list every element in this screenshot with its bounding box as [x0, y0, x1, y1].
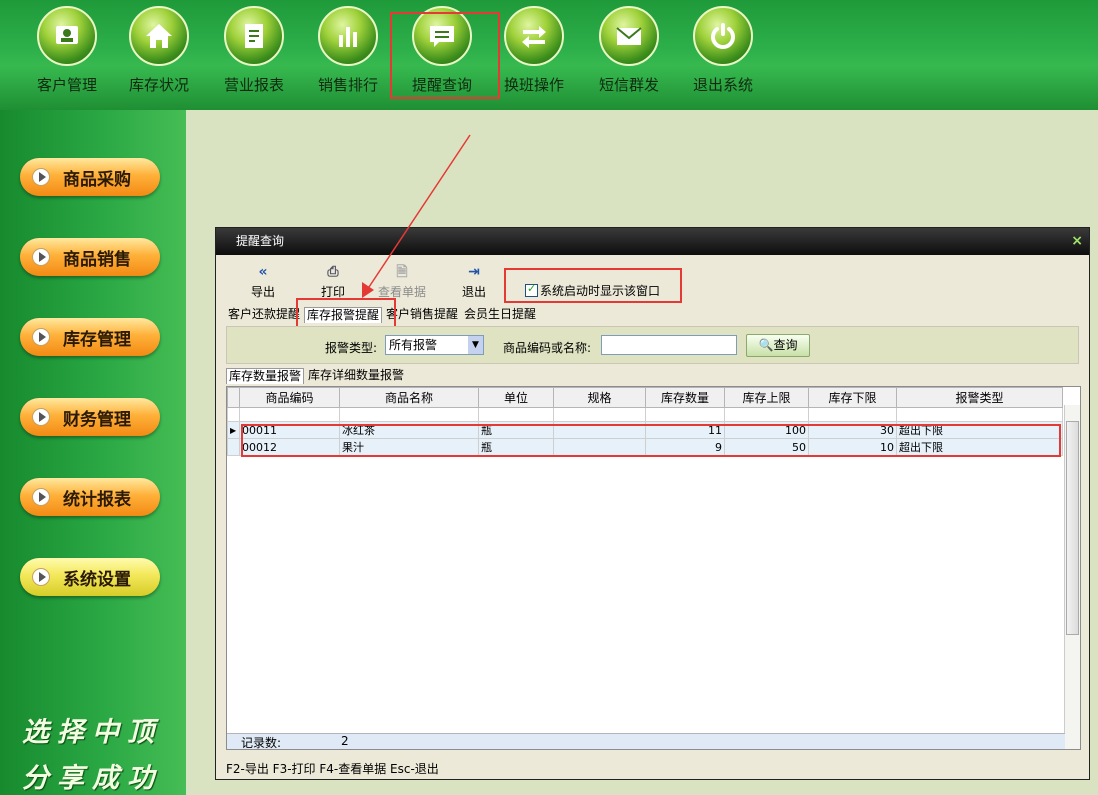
sidebar-item-finance[interactable]: 财务管理 — [20, 398, 160, 436]
filter-row[interactable] — [227, 407, 1063, 422]
nav-label: 短信群发 — [598, 76, 659, 94]
sidebar-item-label: 财务管理 — [63, 409, 131, 430]
nav-label: 营业报表 — [223, 76, 284, 94]
printer-icon: ⎙ — [327, 264, 339, 280]
swap-icon — [504, 6, 564, 66]
home-icon — [129, 6, 189, 66]
sidebar-item-label: 商品采购 — [63, 169, 131, 190]
nav-label: 库存状况 — [128, 76, 189, 94]
alarm-type-select[interactable]: 所有报警 ▼ — [385, 335, 484, 355]
sidebar-item-label: 商品销售 — [63, 249, 131, 270]
column-header[interactable]: 单位 — [478, 387, 554, 408]
nav-sales-ranking[interactable]: 销售排行 — [303, 6, 393, 95]
sidebar: 商品采购 商品销售 库存管理 财务管理 统计报表 系统设置 选择中顶 分享成功 — [0, 110, 186, 795]
code-name-input[interactable] — [601, 335, 737, 355]
report-icon — [224, 6, 284, 66]
exit-button[interactable]: ⇥ 退出 — [449, 264, 499, 300]
column-header[interactable]: 库存数量 — [645, 387, 725, 408]
tab-stock-quantity-alarm[interactable]: 库存数量报警 — [226, 368, 305, 384]
power-icon — [693, 6, 753, 66]
play-icon — [32, 408, 50, 426]
mail-icon — [599, 6, 659, 66]
tab-stock-detail-alarm[interactable]: 库存详细数量报警 — [306, 368, 406, 384]
sidebar-item-label: 系统设置 — [63, 569, 131, 590]
slogan-line2: 分享成功 — [22, 763, 162, 794]
exit-door-icon: ⇥ — [468, 264, 480, 280]
sidebar-item-statistics[interactable]: 统计报表 — [20, 478, 160, 516]
query-label: 查询 — [773, 338, 798, 352]
record-count-row: 记录数: 2 — [227, 733, 1065, 750]
sidebar-item-purchase[interactable]: 商品采购 — [20, 158, 160, 196]
alarm-type-value: 所有报警 — [389, 338, 438, 352]
export-label: 导出 — [250, 285, 275, 299]
column-header[interactable]: 库存下限 — [808, 387, 897, 408]
nav-exit-system[interactable]: 退出系统 — [678, 6, 768, 95]
current-row-arrow-icon: ▶ — [227, 421, 240, 439]
view-document-button[interactable]: 🗎 查看单据 — [374, 264, 430, 300]
annotation-highlight-box — [390, 12, 500, 99]
sidebar-item-inventory[interactable]: 库存管理 — [20, 318, 160, 356]
double-chevron-left-icon: « — [258, 264, 268, 280]
code-name-label: 商品编码或名称: — [503, 341, 592, 355]
query-button[interactable]: 🔍查询 — [746, 334, 810, 357]
alarm-subtabs: 库存数量报警 库存详细数量报警 — [226, 368, 408, 384]
nav-customer-management[interactable]: 客户管理 — [22, 6, 112, 95]
customer-icon — [37, 6, 97, 66]
row-indicator-header — [227, 387, 240, 408]
sidebar-item-label: 库存管理 — [63, 329, 131, 350]
column-header[interactable]: 报警类型 — [896, 387, 1063, 408]
tab-customer-repayment[interactable]: 客户还款提醒 — [226, 307, 302, 323]
view-document-label: 查看单据 — [377, 285, 426, 299]
column-header[interactable]: 商品名称 — [339, 387, 479, 408]
nav-label: 客户管理 — [36, 76, 97, 94]
close-icon[interactable]: × — [1071, 228, 1083, 255]
bar-chart-icon — [318, 6, 378, 66]
nav-sms-broadcast[interactable]: 短信群发 — [584, 6, 674, 95]
sidebar-item-sales[interactable]: 商品销售 — [20, 238, 160, 276]
search-icon: 🔍 — [758, 338, 774, 352]
print-button[interactable]: ⎙ 打印 — [308, 264, 358, 300]
play-icon — [32, 488, 50, 506]
play-icon — [32, 248, 50, 266]
nav-business-report[interactable]: 营业报表 — [209, 6, 299, 95]
scrollbar-thumb[interactable] — [1066, 421, 1079, 635]
dialog-title: 提醒查询 — [236, 234, 285, 248]
alarm-type-label: 报警类型: — [325, 341, 378, 355]
record-count-value: 2 — [341, 734, 349, 748]
nav-label: 销售排行 — [317, 76, 378, 94]
column-header[interactable]: 库存上限 — [724, 387, 809, 408]
table-header-row: 商品编码 商品名称 单位 规格 库存数量 库存上限 库存下限 报警类型 — [227, 387, 1063, 408]
play-icon — [32, 168, 50, 186]
reminder-query-dialog: 提醒查询 × «导出 ⎙打印 🗎查看单据 ⇥退出 系统启动时显示该窗口 客户还款… — [215, 227, 1090, 780]
annotation-highlight-box — [241, 424, 1061, 457]
column-header[interactable]: 规格 — [553, 387, 646, 408]
dialog-title-bar: 提醒查询 × — [216, 228, 1089, 255]
print-label: 打印 — [320, 285, 345, 299]
play-icon — [32, 328, 50, 346]
nav-label: 换班操作 — [503, 76, 564, 94]
vertical-scrollbar[interactable] — [1064, 405, 1080, 749]
play-icon — [32, 568, 50, 586]
export-button[interactable]: « 导出 — [238, 264, 288, 300]
annotation-highlight-box — [504, 268, 682, 303]
document-search-icon: 🗎 — [396, 264, 408, 280]
chevron-down-icon: ▼ — [468, 336, 483, 354]
sidebar-item-label: 统计报表 — [63, 489, 131, 510]
sidebar-item-settings[interactable]: 系统设置 — [20, 558, 160, 596]
record-count-label: 记录数: — [241, 736, 282, 750]
tab-member-birthday[interactable]: 会员生日提醒 — [462, 307, 538, 323]
search-panel: 报警类型: 所有报警 ▼ 商品编码或名称: 🔍查询 — [226, 326, 1079, 364]
nav-inventory-status[interactable]: 库存状况 — [114, 6, 204, 95]
nav-label: 退出系统 — [692, 76, 753, 94]
shortcut-status-bar: F2-导出 F3-打印 F4-查看单据 Esc-退出 — [226, 762, 439, 776]
top-toolbar: 客户管理 库存状况 营业报表 销售排行 提醒查询 换班操作 短信群发 退出系统 — [0, 0, 1098, 110]
slogan-line1: 选择中顶 — [22, 717, 162, 748]
column-header[interactable]: 商品编码 — [239, 387, 340, 408]
nav-shift-change[interactable]: 换班操作 — [489, 6, 579, 95]
exit-label: 退出 — [461, 285, 486, 299]
